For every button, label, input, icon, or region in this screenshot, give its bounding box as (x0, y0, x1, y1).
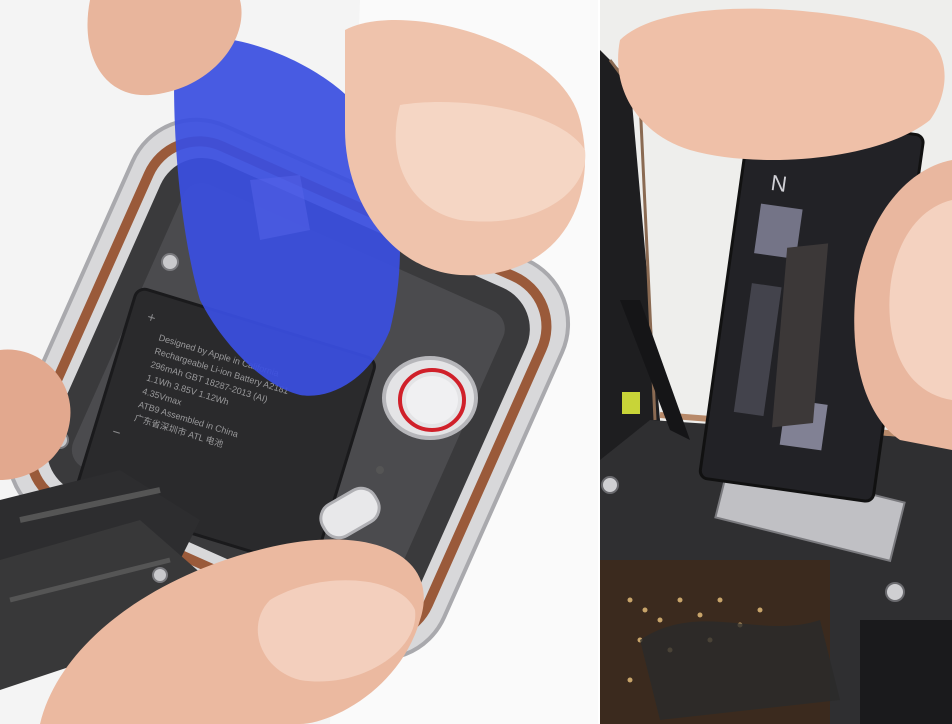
pick-logo (250, 175, 310, 240)
left-photo-drawing: + Designed by Apple in CaliforniaRecharg… (0, 0, 598, 724)
left-photo: + Designed by Apple in California Recharg… (0, 0, 598, 724)
screw (885, 582, 905, 602)
right-photo: N (600, 0, 952, 724)
internal-component (860, 620, 952, 724)
right-photo-drawing: N (600, 8, 952, 724)
microphone-hole (376, 466, 384, 474)
finger-top (618, 8, 945, 160)
screw (152, 567, 168, 583)
screw (161, 253, 179, 271)
screw (601, 476, 619, 494)
yellow-component (622, 392, 640, 414)
digital-crown (382, 356, 478, 440)
